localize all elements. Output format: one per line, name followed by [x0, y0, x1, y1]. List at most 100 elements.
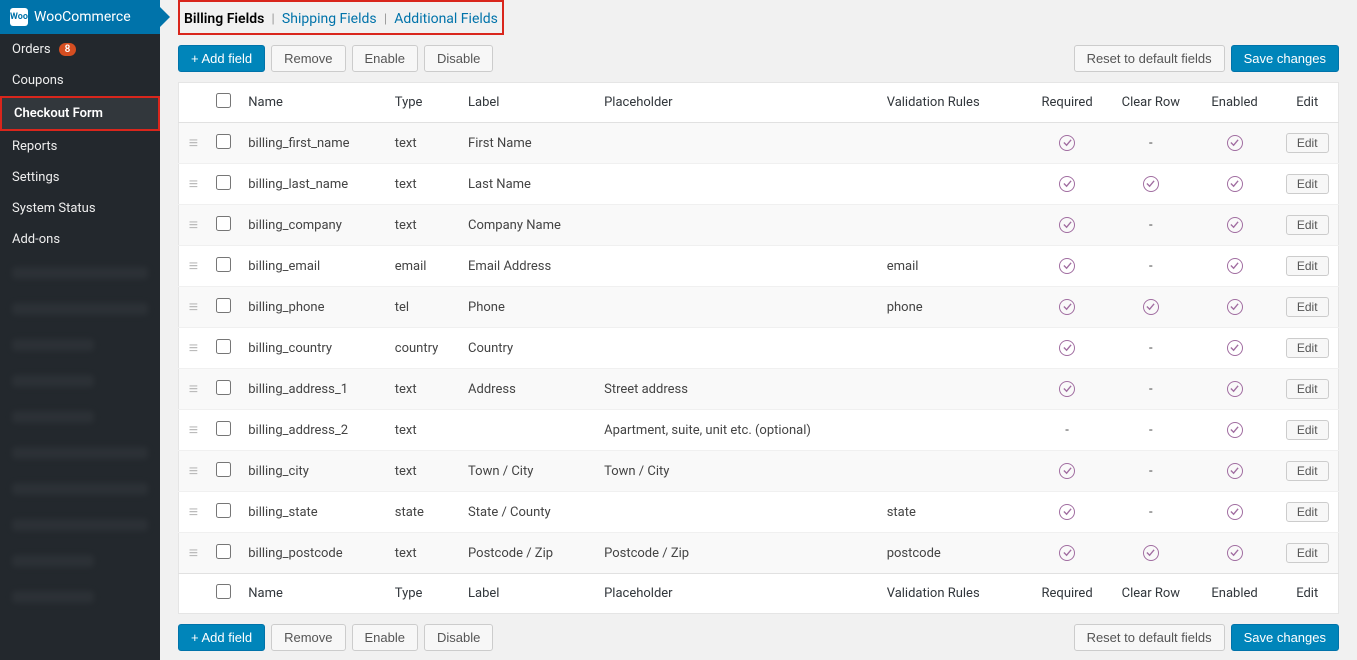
sidebar-item-reports[interactable]: Reports: [0, 131, 160, 162]
remove-button[interactable]: Remove: [271, 45, 345, 72]
cell-label: Phone: [460, 287, 596, 328]
edit-button[interactable]: Edit: [1286, 133, 1329, 153]
cell-label: State / County: [460, 492, 596, 533]
dash-icon: -: [1149, 382, 1153, 397]
table-row: ≡billing_postcodetextPostcode / ZipPostc…: [179, 533, 1339, 574]
sidebar-item-checkout-form[interactable]: Checkout Form: [0, 96, 160, 131]
edit-button[interactable]: Edit: [1286, 174, 1329, 194]
cell-name: billing_email: [240, 246, 387, 287]
edit-button[interactable]: Edit: [1286, 420, 1329, 440]
edit-button[interactable]: Edit: [1286, 379, 1329, 399]
sidebar-item-settings[interactable]: Settings: [0, 162, 160, 193]
dash-icon: -: [1149, 259, 1153, 274]
col-type: Type: [387, 574, 460, 614]
drag-handle-icon[interactable]: ≡: [189, 338, 198, 357]
drag-handle-icon[interactable]: ≡: [189, 379, 198, 398]
check-icon: [1227, 299, 1243, 315]
sidebar-item-system-status[interactable]: System Status: [0, 193, 160, 224]
check-icon: [1059, 340, 1075, 356]
select-all-checkbox-footer[interactable]: [216, 584, 231, 599]
cell-clear: -: [1109, 492, 1193, 533]
drag-handle-icon[interactable]: ≡: [189, 174, 198, 193]
drag-handle-icon[interactable]: ≡: [189, 502, 198, 521]
cell-enabled: [1193, 123, 1277, 164]
col-clear: Clear Row: [1109, 83, 1193, 123]
tab-shipping-fields[interactable]: Shipping Fields: [280, 11, 379, 27]
row-checkbox[interactable]: [216, 462, 231, 477]
cell-placeholder: [596, 164, 879, 205]
reset-button[interactable]: Reset to default fields: [1074, 624, 1225, 651]
drag-handle-icon[interactable]: ≡: [189, 133, 198, 152]
cell-name: billing_phone: [240, 287, 387, 328]
cell-type: text: [387, 410, 460, 451]
add-field-button[interactable]: + Add field: [178, 624, 265, 651]
cell-type: text: [387, 369, 460, 410]
cell-name: billing_state: [240, 492, 387, 533]
sidebar-item-label: System Status: [12, 201, 96, 216]
disable-button[interactable]: Disable: [424, 45, 493, 72]
edit-button[interactable]: Edit: [1286, 543, 1329, 563]
table-row: ≡billing_countrycountryCountry-Edit: [179, 328, 1339, 369]
check-icon: [1059, 217, 1075, 233]
table-row: ≡billing_last_nametextLast NameEdit: [179, 164, 1339, 205]
cell-clear: -: [1109, 205, 1193, 246]
edit-button[interactable]: Edit: [1286, 256, 1329, 276]
cell-placeholder: Town / City: [596, 451, 879, 492]
cell-required: [1025, 123, 1109, 164]
save-button[interactable]: Save changes: [1231, 624, 1339, 651]
cell-placeholder: [596, 205, 879, 246]
cell-clear: -: [1109, 369, 1193, 410]
drag-handle-icon[interactable]: ≡: [189, 256, 198, 275]
table-row: ≡billing_address_2textApartment, suite, …: [179, 410, 1339, 451]
edit-button[interactable]: Edit: [1286, 502, 1329, 522]
save-button[interactable]: Save changes: [1231, 45, 1339, 72]
edit-button[interactable]: Edit: [1286, 338, 1329, 358]
add-field-button[interactable]: + Add field: [178, 45, 265, 72]
select-all-checkbox[interactable]: [216, 93, 231, 108]
row-checkbox[interactable]: [216, 134, 231, 149]
drag-handle-icon[interactable]: ≡: [189, 297, 198, 316]
enable-button[interactable]: Enable: [352, 624, 418, 651]
drag-handle-icon[interactable]: ≡: [189, 420, 198, 439]
cell-clear: -: [1109, 451, 1193, 492]
sidebar-item-orders[interactable]: Orders8: [0, 34, 160, 65]
col-name: Name: [240, 574, 387, 614]
cell-enabled: [1193, 533, 1277, 574]
row-checkbox[interactable]: [216, 544, 231, 559]
row-checkbox[interactable]: [216, 298, 231, 313]
drag-handle-icon[interactable]: ≡: [189, 461, 198, 480]
check-icon: [1059, 545, 1075, 561]
edit-button[interactable]: Edit: [1286, 297, 1329, 317]
check-icon: [1059, 463, 1075, 479]
row-checkbox[interactable]: [216, 257, 231, 272]
drag-handle-icon[interactable]: ≡: [189, 543, 198, 562]
row-checkbox[interactable]: [216, 339, 231, 354]
edit-button[interactable]: Edit: [1286, 461, 1329, 481]
sidebar-header[interactable]: Woo WooCommerce: [0, 0, 160, 34]
cell-validation: postcode: [879, 533, 1026, 574]
row-checkbox[interactable]: [216, 503, 231, 518]
cell-type: text: [387, 164, 460, 205]
cell-enabled: [1193, 451, 1277, 492]
remove-button[interactable]: Remove: [271, 624, 345, 651]
row-checkbox[interactable]: [216, 175, 231, 190]
edit-button[interactable]: Edit: [1286, 215, 1329, 235]
tab-billing-fields[interactable]: Billing Fields: [182, 11, 266, 27]
row-checkbox[interactable]: [216, 380, 231, 395]
sidebar-item-coupons[interactable]: Coupons: [0, 65, 160, 96]
cell-clear: [1109, 533, 1193, 574]
fields-table: Name Type Label Placeholder Validation R…: [178, 82, 1339, 614]
tab-additional-fields[interactable]: Additional Fields: [392, 11, 500, 27]
dash-icon: -: [1149, 423, 1153, 438]
reset-button[interactable]: Reset to default fields: [1074, 45, 1225, 72]
sidebar-item-add-ons[interactable]: Add-ons: [0, 224, 160, 255]
cell-name: billing_last_name: [240, 164, 387, 205]
cell-required: [1025, 205, 1109, 246]
col-type: Type: [387, 83, 460, 123]
row-checkbox[interactable]: [216, 421, 231, 436]
disable-button[interactable]: Disable: [424, 624, 493, 651]
drag-handle-icon[interactable]: ≡: [189, 215, 198, 234]
cell-validation: state: [879, 492, 1026, 533]
row-checkbox[interactable]: [216, 216, 231, 231]
enable-button[interactable]: Enable: [352, 45, 418, 72]
